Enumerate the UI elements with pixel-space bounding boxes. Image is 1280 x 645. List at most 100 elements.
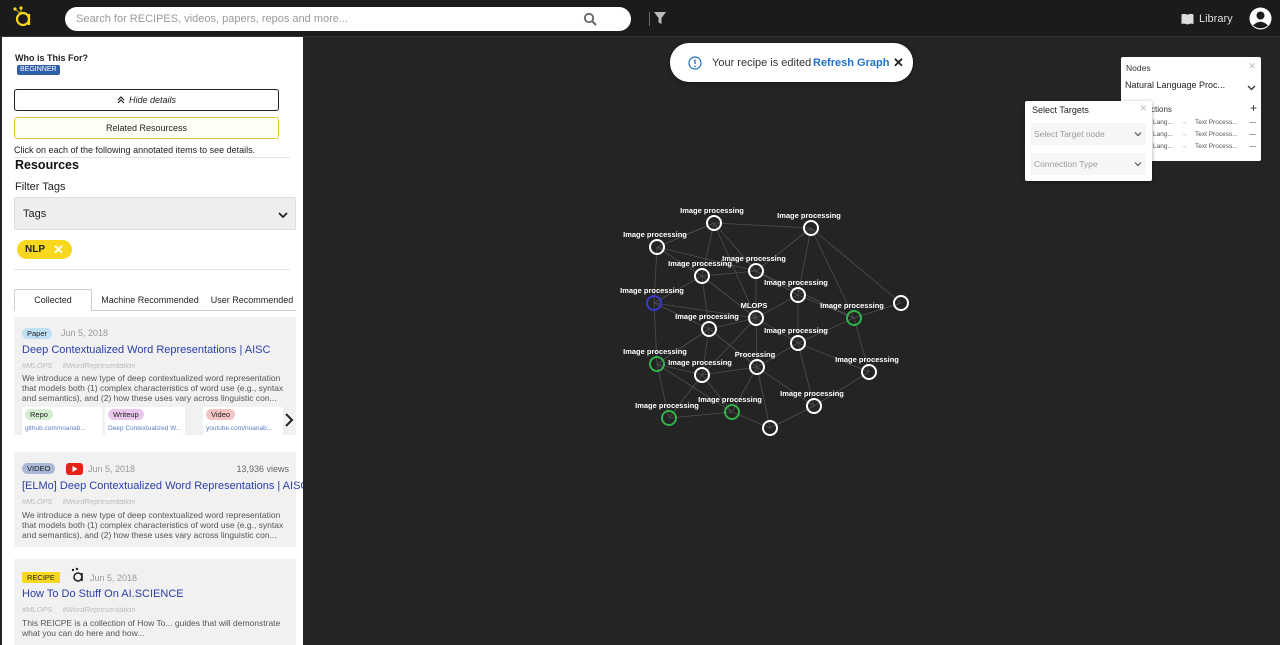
details-panel: Who is This For? BEGINNER Hide details R… xyxy=(2,37,303,645)
graph-edge xyxy=(810,227,902,304)
graph-node-label: Image processing xyxy=(668,358,732,367)
tab-machine-recommended[interactable]: Machine Recommended xyxy=(96,289,204,311)
toast-message: Your recipe is edited xyxy=(712,57,812,69)
card-date: Jun 5, 2018 xyxy=(90,573,138,583)
view-count: 13,936 views xyxy=(236,464,289,474)
close-icon[interactable]: ✕ xyxy=(893,55,904,71)
graph-node-label: Image processing xyxy=(777,211,841,220)
graph-edge xyxy=(701,222,715,277)
hashtag[interactable]: #WordRepresentation xyxy=(62,497,135,506)
graph-edge xyxy=(701,275,710,330)
hashtag[interactable]: #MLOPS xyxy=(22,361,52,370)
graph-node-label: Image processing xyxy=(820,301,884,310)
type-badge: RECIPE xyxy=(22,572,60,583)
repo-link[interactable]: Repo github.com/noanab... xyxy=(22,407,102,435)
connection-row: Lang... → Text Process... — xyxy=(1153,143,1258,153)
type-badge: VIDEO xyxy=(22,463,56,474)
card-title[interactable]: How To Do Stuff On AI.SCIENCE xyxy=(22,588,184,600)
chevron-down-icon xyxy=(1134,162,1142,167)
hashtag[interactable]: #WordRepresentation xyxy=(62,361,135,370)
hashtag[interactable]: #WordRepresentation xyxy=(62,605,135,614)
resource-card[interactable]: Paper Jun 5, 2018 Deep Contextualized Wo… xyxy=(14,317,296,435)
graph-node-label: Image processing xyxy=(764,278,828,287)
refresh-graph-link[interactable]: Refresh Graph xyxy=(813,57,889,69)
graph-node-label: Image processing xyxy=(623,230,687,239)
graph-node-label: MLOPS xyxy=(741,301,768,310)
filter-tags-title: Filter Tags xyxy=(15,181,66,193)
card-date: Jun 5, 2018 xyxy=(61,328,109,338)
remove-connection-icon[interactable]: — xyxy=(1250,119,1257,126)
add-connection-icon[interactable]: + xyxy=(1250,101,1257,115)
app-logo-icon[interactable] xyxy=(10,5,36,31)
card-title[interactable]: Deep Contextualized Word Representations… xyxy=(22,344,270,356)
select-targets-title: Select Targets xyxy=(1032,105,1089,115)
search-icon[interactable] xyxy=(583,12,597,26)
search-input[interactable] xyxy=(76,10,576,28)
toolbar-divider xyxy=(649,12,650,26)
remove-connection-icon[interactable]: — xyxy=(1250,143,1257,150)
writeup-link[interactable]: Writeup Deep Contextualized W... xyxy=(105,407,185,435)
search-bar[interactable] xyxy=(65,7,631,31)
target-node-select[interactable]: Select Target node xyxy=(1031,123,1146,145)
library-link[interactable]: Library xyxy=(1181,11,1233,27)
graph-node-label: Image processing xyxy=(780,389,844,398)
tab-user-recommended[interactable]: User Recommended xyxy=(206,289,298,311)
card-description: We introduce a new type of deep contextu… xyxy=(22,510,284,540)
connection-source: Lang... xyxy=(1153,143,1173,150)
chevron-down-icon xyxy=(1134,132,1142,137)
node-select[interactable]: Natural Language Proc... xyxy=(1125,80,1258,97)
chevron-right-icon[interactable] xyxy=(284,413,294,427)
audience-title: Who is This For? xyxy=(15,53,88,63)
resource-card[interactable]: RECIPE Jun 5, 2018 How To Do Stuff On AI… xyxy=(14,559,296,645)
graph-node-label: Processing xyxy=(735,350,776,359)
type-badge: Paper xyxy=(22,328,53,339)
card-title[interactable]: [ELMo] Deep Contextualized Word Represen… xyxy=(22,480,303,492)
remove-connection-icon[interactable]: — xyxy=(1250,131,1257,138)
related-resources-button[interactable]: Related Resourcess xyxy=(14,117,279,139)
video-link[interactable]: Video youtube.com/noanab... xyxy=(203,407,283,435)
chevrons-up-icon xyxy=(117,96,125,104)
video-badge: Video xyxy=(206,409,236,420)
tags-select-label: Tags xyxy=(23,208,47,220)
select-targets-popup: Select Targets ✕ Select Target node Conn… xyxy=(1025,101,1152,181)
tags-select[interactable]: Tags xyxy=(14,197,296,230)
graph-node-label: Image processing xyxy=(620,286,684,295)
graph-node-label: Image processing xyxy=(675,312,739,321)
hide-details-label: Hide details xyxy=(128,95,177,105)
repo-badge: Repo xyxy=(25,409,53,420)
account-icon[interactable] xyxy=(1249,7,1272,30)
remove-tag-icon[interactable]: ✕ xyxy=(53,242,64,258)
connection-target: Text Process... xyxy=(1195,131,1238,138)
recipe-logo-icon xyxy=(71,567,83,582)
filter-icon[interactable] xyxy=(653,11,667,25)
writeup-url: Deep Contextualized W... xyxy=(108,425,182,432)
connections-title: ctions xyxy=(1151,105,1172,114)
graph-edge xyxy=(668,411,733,419)
tag-chip-label: NLP xyxy=(25,244,45,255)
writeup-badge: Writeup xyxy=(108,409,144,420)
top-bar: Library xyxy=(0,0,1280,37)
close-icon[interactable]: ✕ xyxy=(1139,103,1147,114)
graph-node-label: Image processing xyxy=(623,347,687,356)
hide-details-button[interactable]: Hide details xyxy=(14,89,279,111)
tab-collected[interactable]: Collected xyxy=(14,289,92,311)
arrow-right-icon: → xyxy=(1181,131,1188,138)
hashtag[interactable]: #MLOPS xyxy=(22,497,52,506)
connection-type-select[interactable]: Connection Type xyxy=(1031,153,1146,175)
graph-node-label: Image processing xyxy=(835,355,899,364)
node-select-value: Natural Language Proc... xyxy=(1125,80,1226,90)
arrow-right-icon: → xyxy=(1181,143,1188,150)
hashtag[interactable]: #MLOPS xyxy=(22,605,52,614)
card-description: This REICPE is a collection of How To...… xyxy=(22,618,281,638)
book-icon xyxy=(1181,13,1194,25)
graph-edge xyxy=(701,366,758,376)
resource-card[interactable]: VIDEO Jun 5, 2018 13,936 views [ELMo] De… xyxy=(14,452,303,547)
tag-chip-nlp: NLP ✕ xyxy=(17,240,72,259)
graph-node-label: Image processing xyxy=(635,401,699,410)
instructions-text: Click on each of the following annotated… xyxy=(14,145,256,155)
graph-node-label: Image processing xyxy=(722,254,786,263)
graph-edge xyxy=(755,227,812,272)
close-icon[interactable]: ✕ xyxy=(1248,61,1256,72)
connection-row: Lang... → Text Process... — xyxy=(1153,119,1258,129)
card-hashtags: #MLOPS #WordRepresentation xyxy=(22,361,145,370)
